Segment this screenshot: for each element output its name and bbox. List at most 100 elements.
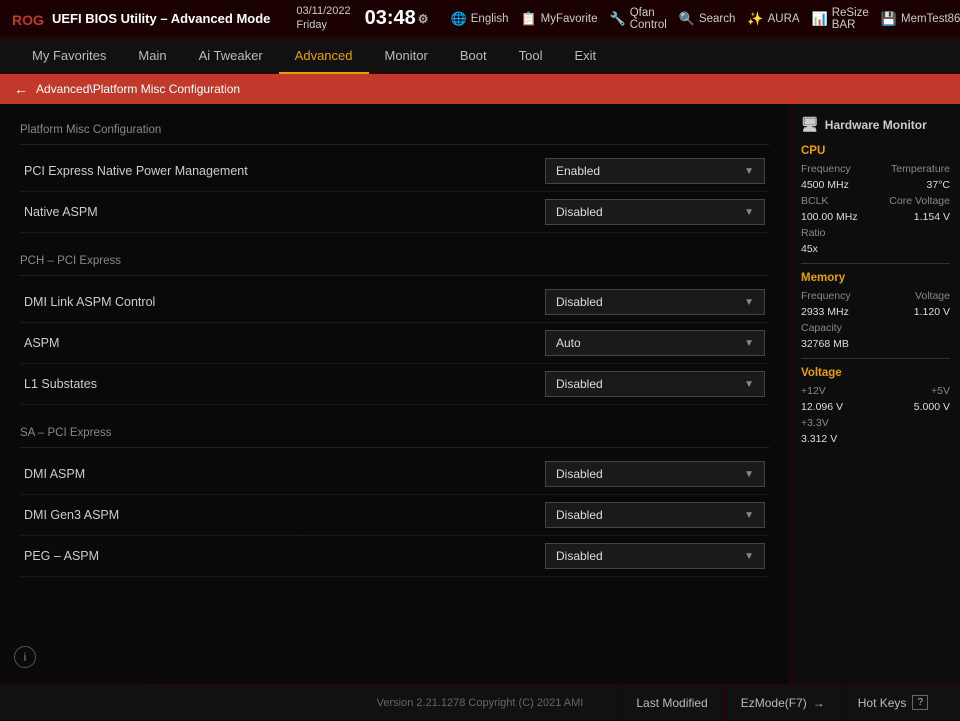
sidebar-title: 🖥 Hardware Monitor — [801, 116, 950, 133]
dmi-aspm-value: Disabled — [556, 467, 603, 481]
cpu-frequency-row: Frequency Temperature — [801, 163, 950, 175]
last-modified-button[interactable]: Last Modified — [619, 685, 723, 721]
native-aspm-dropdown[interactable]: Disabled ▼ — [545, 199, 765, 225]
volt-33-value-row: 3.312 V — [801, 433, 950, 445]
english-label: English — [471, 13, 509, 25]
aspm-dropdown[interactable]: Auto ▼ — [545, 330, 765, 356]
top-nav-memtest[interactable]: 💾 MemTest86 — [881, 11, 960, 27]
cpu-corev-value: 1.154 V — [914, 211, 950, 223]
aspm-value: Auto — [556, 336, 581, 350]
native-aspm-label: Native ASPM — [24, 205, 98, 219]
section-platform-misc: Platform Misc Configuration — [20, 118, 769, 145]
clock-settings-icon[interactable]: ⚙ — [418, 12, 429, 26]
pci-power-dropdown[interactable]: Enabled ▼ — [545, 158, 765, 184]
info-button[interactable]: i — [14, 646, 36, 668]
nav-main[interactable]: Main — [122, 38, 182, 74]
version-text: Version 2.21.1278 Copyright (C) 2021 AMI — [377, 697, 584, 709]
setting-pci-power: PCI Express Native Power Management Enab… — [20, 151, 769, 192]
peg-aspm-dropdown[interactable]: Disabled ▼ — [545, 543, 765, 569]
bottom-bar: Version 2.21.1278 Copyright (C) 2021 AMI… — [0, 684, 960, 720]
dmi-link-dropdown[interactable]: Disabled ▼ — [545, 289, 765, 315]
memory-divider — [801, 358, 950, 359]
breadcrumb: Advanced\Platform Misc Configuration — [36, 82, 240, 96]
native-aspm-value: Disabled — [556, 205, 603, 219]
section-sa-pci: SA – PCI Express — [20, 421, 769, 448]
sidebar-title-text: Hardware Monitor — [825, 118, 927, 132]
mem-capacity-value: 32768 MB — [801, 338, 849, 350]
main-content: Platform Misc Configuration PCI Express … — [0, 104, 790, 684]
ez-mode-label: EzMode(F7) — [741, 696, 807, 710]
nav-myfavorites[interactable]: My Favorites — [16, 38, 122, 74]
datetime-area: 03/11/2022Friday — [296, 5, 350, 31]
back-arrow-icon[interactable]: ← — [14, 81, 28, 97]
time-value: 03:48 — [365, 7, 416, 30]
breadcrumb-bar: ← Advanced\Platform Misc Configuration — [0, 74, 960, 104]
nav-advanced[interactable]: Advanced — [279, 38, 369, 74]
top-nav-items: 🌐 English 📋 MyFavorite 🔧 Qfan Control 🔍 … — [451, 7, 960, 31]
dmi-link-label: DMI Link ASPM Control — [24, 295, 155, 309]
nav-monitor[interactable]: Monitor — [369, 38, 444, 74]
hot-keys-badge: ? — [912, 695, 928, 710]
dropdown-arrow-icon: ▼ — [744, 166, 754, 177]
mem-freq-row: Frequency Voltage — [801, 290, 950, 302]
rog-logo: ROG — [10, 5, 46, 33]
svg-text:ROG: ROG — [12, 12, 44, 28]
top-nav-myfavorite[interactable]: 📋 MyFavorite — [520, 11, 597, 27]
voltage-section-title: Voltage — [801, 367, 950, 379]
setting-peg-aspm: PEG – ASPM Disabled ▼ — [20, 536, 769, 577]
hot-keys-button[interactable]: Hot Keys ? — [841, 685, 944, 721]
ez-mode-button[interactable]: EzMode(F7) → — [724, 685, 841, 721]
memtest-label: MemTest86 — [901, 13, 960, 25]
dmi-gen3-dropdown[interactable]: Disabled ▼ — [545, 502, 765, 528]
aura-icon: ✨ — [747, 11, 763, 27]
mem-capacity-row: Capacity — [801, 322, 950, 334]
v5-label: +5V — [931, 385, 950, 397]
top-nav-aura[interactable]: ✨ AURA — [747, 11, 799, 27]
mem-volt-label: Voltage — [915, 290, 950, 302]
dmi-aspm-dropdown[interactable]: Disabled ▼ — [545, 461, 765, 487]
nav-exit[interactable]: Exit — [558, 38, 612, 74]
volt-12-row: +12V +5V — [801, 385, 950, 397]
myfavorite-label: MyFavorite — [541, 13, 598, 25]
nav-boot[interactable]: Boot — [444, 38, 503, 74]
main-nav: My Favorites Main Ai Tweaker Advanced Mo… — [0, 38, 960, 74]
memtest-icon: 💾 — [881, 11, 897, 27]
top-nav-qfan[interactable]: 🔧 Qfan Control — [610, 7, 667, 31]
nav-aitweaker[interactable]: Ai Tweaker — [183, 38, 279, 74]
cpu-ratio-value: 45x — [801, 243, 818, 255]
setting-dmi-aspm: DMI ASPM Disabled ▼ — [20, 454, 769, 495]
search-icon: 🔍 — [679, 11, 695, 27]
setting-native-aspm: Native ASPM Disabled ▼ — [20, 192, 769, 233]
cpu-ratio-row: Ratio — [801, 227, 950, 239]
setting-l1-substates: L1 Substates Disabled ▼ — [20, 364, 769, 405]
top-nav-search[interactable]: 🔍 Search — [679, 11, 736, 27]
cpu-ratio-label: Ratio — [801, 227, 826, 239]
l1-substates-dropdown[interactable]: Disabled ▼ — [545, 371, 765, 397]
pci-power-label: PCI Express Native Power Management — [24, 164, 248, 178]
mem-freq-value: 2933 MHz — [801, 306, 849, 318]
top-bar: ROG UEFI BIOS Utility – Advanced Mode 03… — [0, 0, 960, 38]
l1-substates-label: L1 Substates — [24, 377, 97, 391]
cpu-frequency-value-row: 4500 MHz 37°C — [801, 179, 950, 191]
date-label: 03/11/2022Friday — [296, 5, 350, 31]
v12-value: 12.096 V — [801, 401, 843, 413]
cpu-freq-value: 4500 MHz — [801, 179, 849, 191]
v12-label: +12V — [801, 385, 826, 397]
peg-aspm-value: Disabled — [556, 549, 603, 563]
cpu-bclk-row: BCLK Core Voltage — [801, 195, 950, 207]
top-nav-english[interactable]: 🌐 English — [451, 11, 509, 27]
aspm-label: ASPM — [24, 336, 59, 350]
qfan-label: Qfan Control — [630, 7, 667, 31]
dropdown-arrow-icon: ▼ — [744, 469, 754, 480]
top-nav-resizebar[interactable]: 📊 ReSize BAR — [812, 7, 869, 31]
search-label: Search — [699, 13, 735, 25]
pci-power-value: Enabled — [556, 164, 600, 178]
fan-icon: 🔧 — [610, 11, 626, 27]
cpu-temp-value: 37°C — [927, 179, 950, 191]
mem-freq-label: Frequency — [801, 290, 851, 302]
content-wrapper: Platform Misc Configuration PCI Express … — [0, 104, 960, 684]
volt-33-row: +3.3V — [801, 417, 950, 429]
dropdown-arrow-icon: ▼ — [744, 297, 754, 308]
nav-tool[interactable]: Tool — [503, 38, 559, 74]
volt-12-value-row: 12.096 V 5.000 V — [801, 401, 950, 413]
